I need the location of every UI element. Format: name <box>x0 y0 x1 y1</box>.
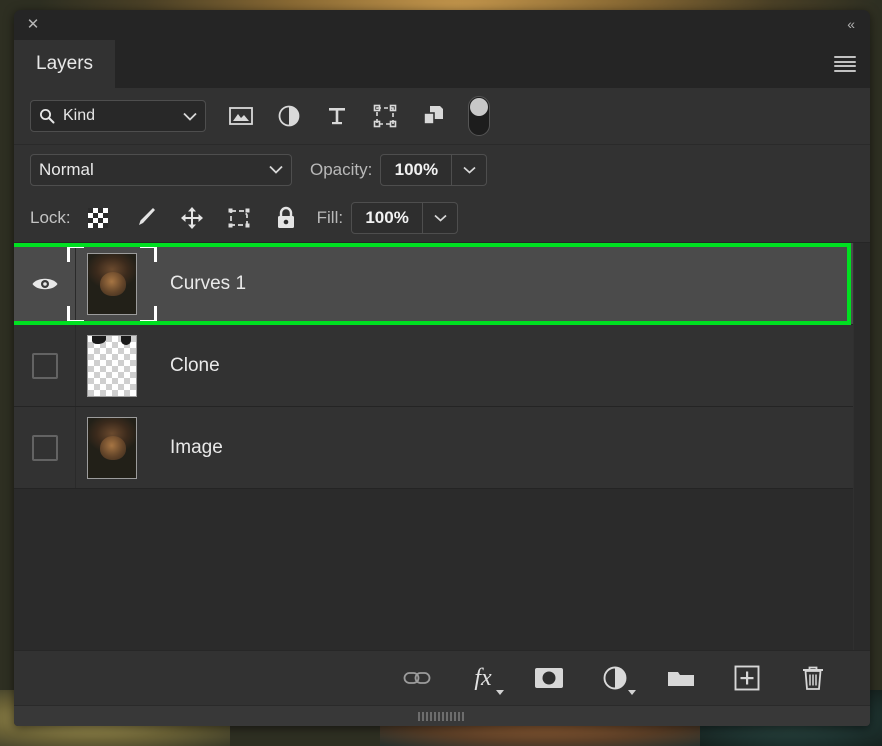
lock-transparent-pixels-icon[interactable] <box>85 205 111 231</box>
layer-name[interactable]: Clone <box>148 355 870 377</box>
tab-layers[interactable]: Layers <box>14 40 115 88</box>
fill-dropdown-chevron-icon[interactable] <box>422 203 457 233</box>
layer-thumbnail[interactable] <box>87 335 137 397</box>
lock-row: Lock: <box>14 194 870 242</box>
opacity-label: Opacity: <box>310 160 372 180</box>
layer-styles-fx-button[interactable]: fx <box>468 663 498 693</box>
layer-visibility-cell <box>14 325 76 406</box>
visibility-checkbox[interactable] <box>32 353 58 379</box>
lock-all-icon[interactable] <box>273 205 299 231</box>
layer-list: Curves 1 Clone Image <box>14 242 870 650</box>
filter-enable-toggle[interactable] <box>468 96 490 136</box>
chevron-down-icon <box>496 690 504 695</box>
filter-pixel-layers-icon[interactable] <box>228 103 254 129</box>
chevron-down-icon <box>183 112 197 121</box>
fill-label: Fill: <box>317 208 343 228</box>
search-icon <box>39 108 55 124</box>
chevron-down-icon <box>628 690 636 695</box>
delete-layer-button[interactable] <box>798 663 828 693</box>
layer-thumbnail[interactable] <box>87 253 137 315</box>
opacity-field[interactable]: 100% <box>380 154 487 186</box>
new-layer-button[interactable] <box>732 663 762 693</box>
opacity-dropdown-chevron-icon[interactable] <box>451 155 486 185</box>
blend-mode-select[interactable]: Normal <box>30 154 292 186</box>
panel-titlebar: ✕ « <box>14 10 870 40</box>
layers-panel: ✕ « Layers Kind <box>14 10 870 726</box>
visibility-checkbox[interactable] <box>32 435 58 461</box>
panel-menu-icon[interactable] <box>834 54 856 74</box>
filter-shape-layers-icon[interactable] <box>372 103 398 129</box>
lock-label: Lock: <box>30 208 71 228</box>
fill-field[interactable]: 100% <box>351 202 458 234</box>
filter-adjustment-layers-icon[interactable] <box>276 103 302 129</box>
blend-mode-row: Normal Opacity: 100% <box>14 144 870 194</box>
layer-name[interactable]: Curves 1 <box>148 273 870 295</box>
eye-icon[interactable] <box>31 275 59 293</box>
tabstrip-filler <box>115 40 870 88</box>
grip-ridges-icon <box>418 712 466 721</box>
layer-thumbnail[interactable] <box>87 417 137 479</box>
layer-thumbnail-cell <box>76 253 148 315</box>
table-row[interactable]: Curves 1 <box>14 243 870 325</box>
panel-tabstrip: Layers <box>14 40 870 88</box>
link-layers-button[interactable] <box>402 663 432 693</box>
lock-artboard-nesting-icon[interactable] <box>226 205 252 231</box>
filter-kind-label: Kind <box>63 107 183 125</box>
layers-bottom-toolbar: fx <box>14 650 870 705</box>
fx-label: fx <box>474 666 491 690</box>
layer-visibility-cell <box>14 243 76 324</box>
table-row[interactable]: Clone <box>14 325 870 407</box>
table-row[interactable]: Image <box>14 407 870 489</box>
lock-position-icon[interactable] <box>179 205 205 231</box>
layer-thumbnail-cell <box>76 417 148 479</box>
filter-smart-objects-icon[interactable] <box>420 103 446 129</box>
chevron-down-icon <box>269 165 283 174</box>
new-adjustment-layer-button[interactable] <box>600 663 630 693</box>
layer-thumbnail-cell <box>76 335 148 397</box>
filter-row: Kind <box>14 88 870 144</box>
blend-mode-value: Normal <box>39 160 269 180</box>
opacity-value[interactable]: 100% <box>381 155 451 185</box>
lock-icons <box>85 205 299 231</box>
layer-name[interactable]: Image <box>148 437 870 459</box>
new-group-button[interactable] <box>666 663 696 693</box>
lock-image-pixels-icon[interactable] <box>132 205 158 231</box>
collapse-chevrons-icon[interactable]: « <box>847 15 854 33</box>
layer-list-scrollbar[interactable] <box>853 243 870 650</box>
tab-layers-label: Layers <box>36 53 93 75</box>
fill-value[interactable]: 100% <box>352 203 422 233</box>
add-layer-mask-button[interactable] <box>534 663 564 693</box>
close-icon[interactable]: ✕ <box>24 16 42 34</box>
layer-visibility-cell <box>14 407 76 488</box>
filter-type-icons <box>228 103 446 129</box>
filter-kind-select[interactable]: Kind <box>30 100 206 132</box>
filter-type-layers-icon[interactable] <box>324 103 350 129</box>
panel-resize-grip[interactable] <box>14 705 870 726</box>
